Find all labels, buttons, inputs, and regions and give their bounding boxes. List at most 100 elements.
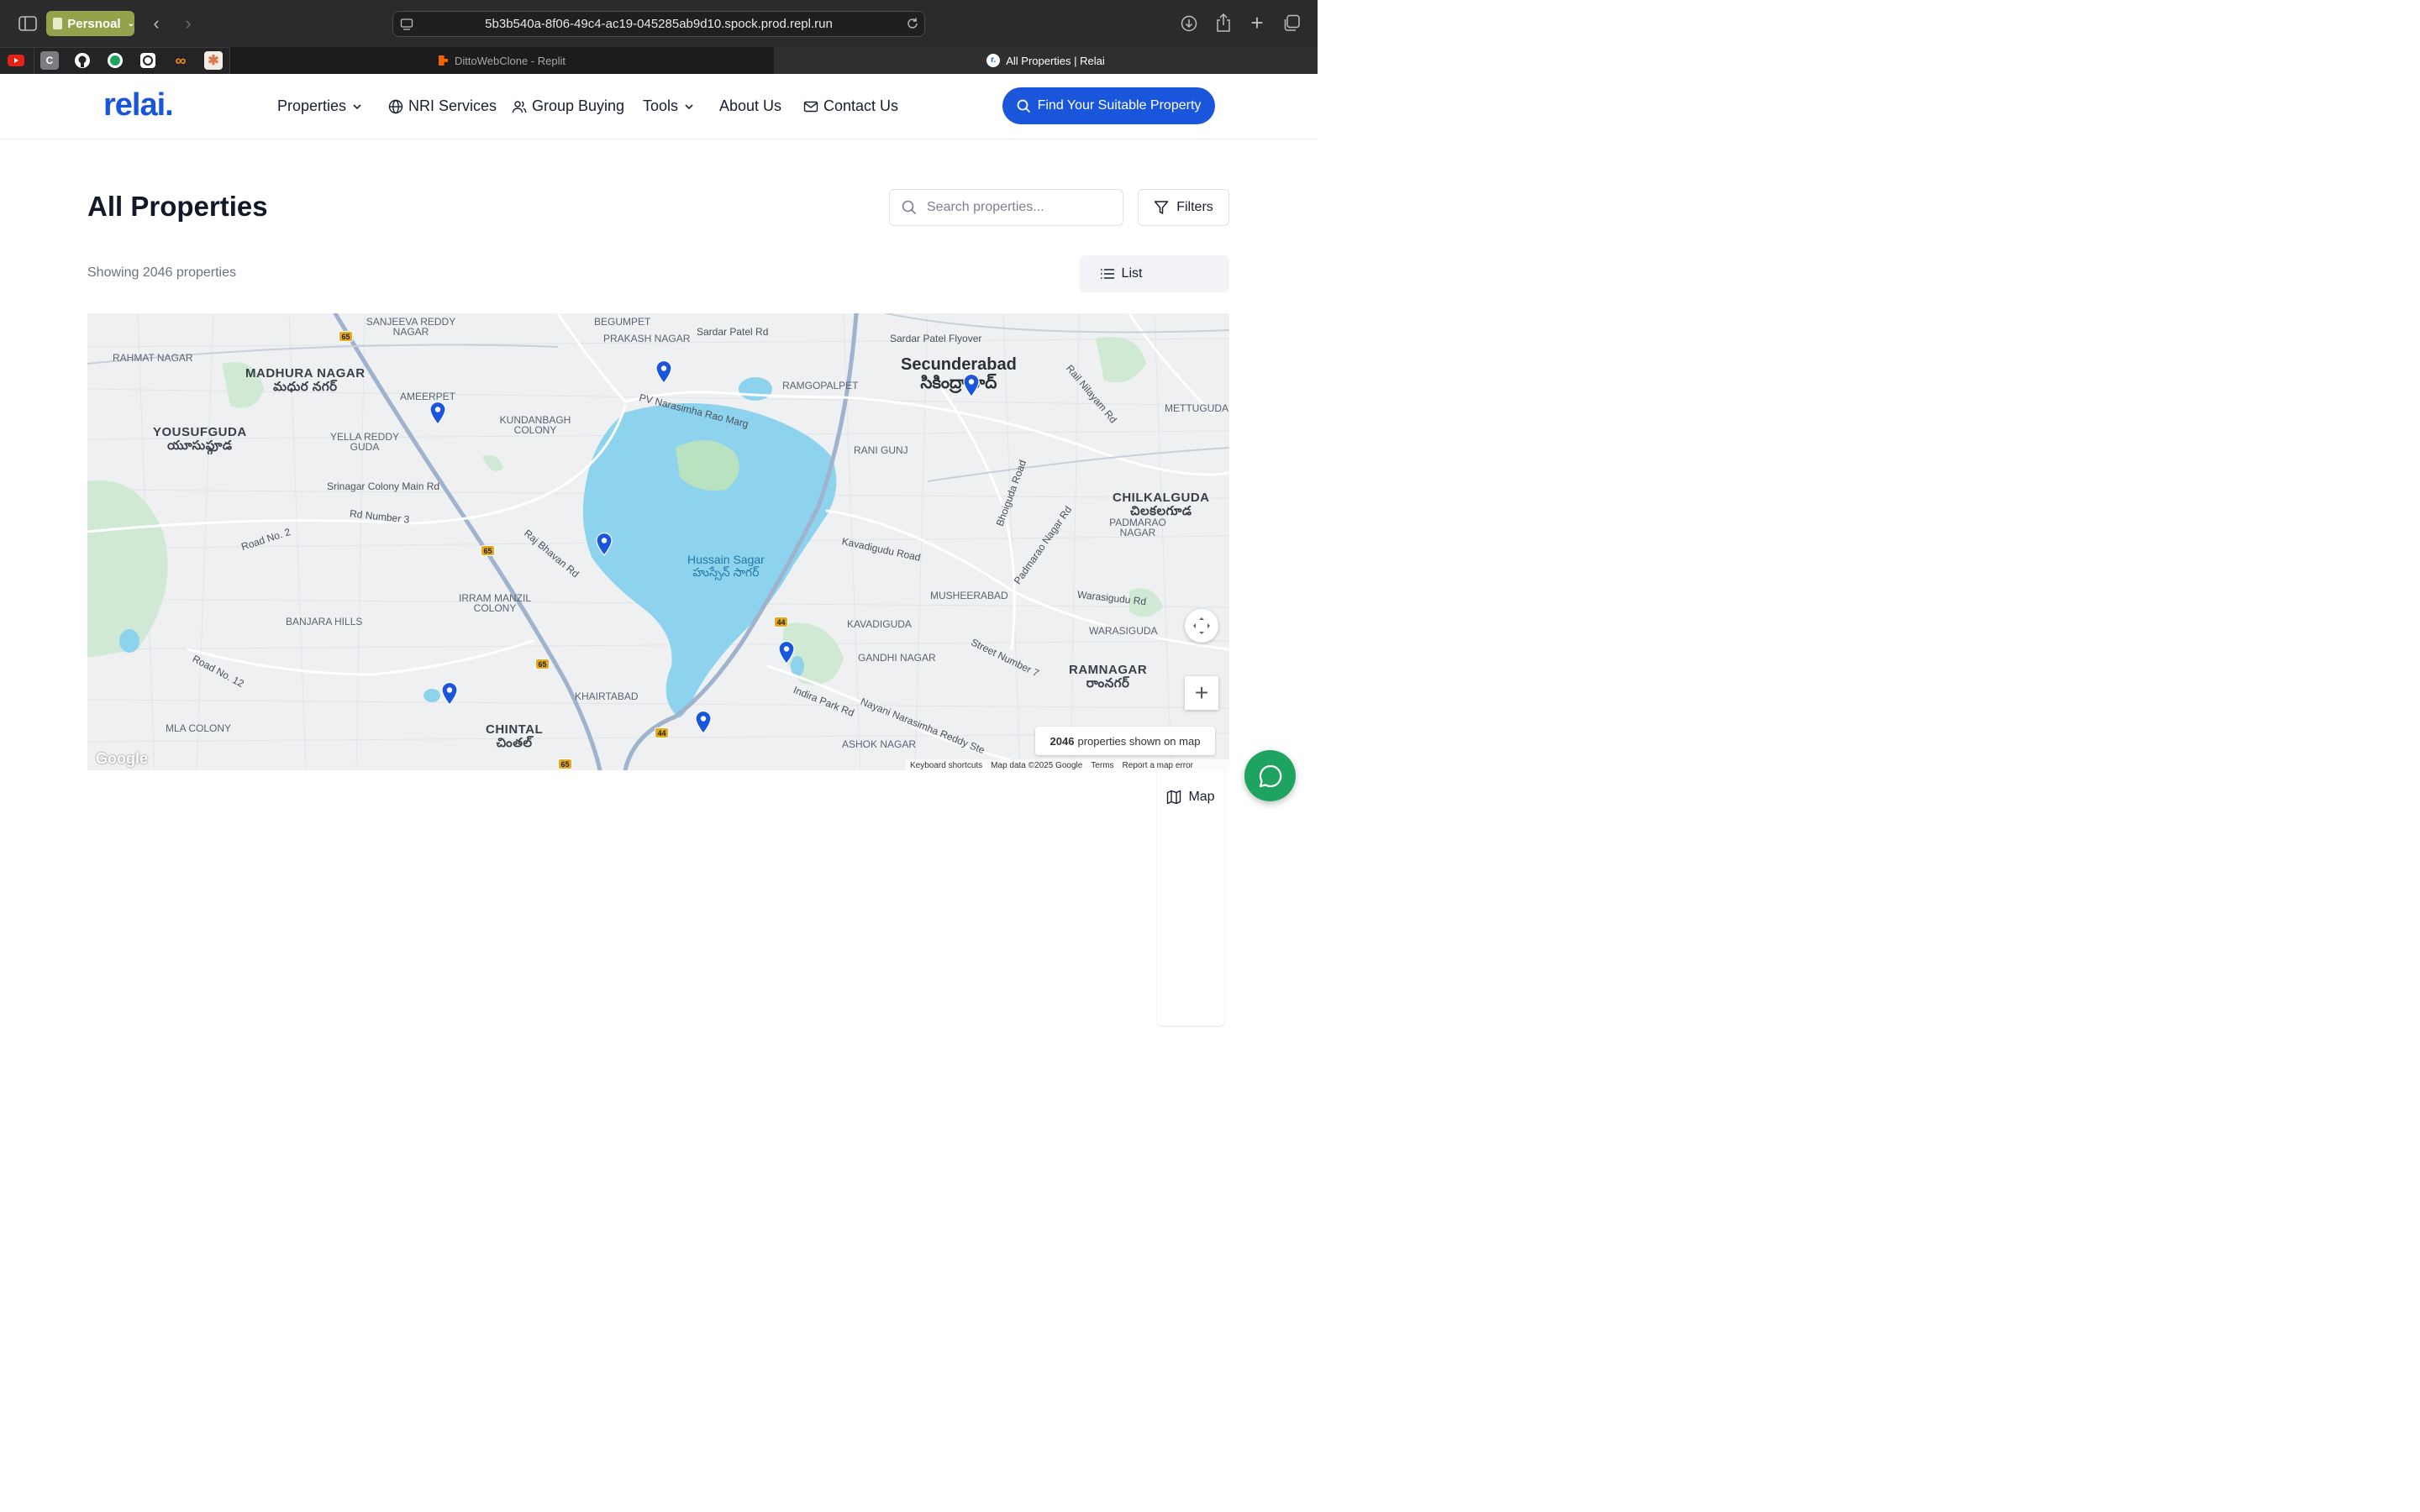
profile-icon (53, 18, 63, 29)
relai-favicon: r. (986, 54, 1001, 67)
map-attribution: Keyboard shortcuts Map data ©2025 Google… (906, 759, 1229, 770)
list-view-button[interactable]: List (1085, 260, 1157, 288)
reload-icon[interactable] (906, 17, 919, 34)
map-count-suffix: properties shown on map (1077, 734, 1201, 748)
nav-label: Tools (643, 97, 679, 114)
mail-icon (803, 101, 818, 112)
whatsapp-icon[interactable] (106, 51, 124, 70)
share-icon[interactable] (1216, 13, 1231, 32)
youtube-icon[interactable] (7, 51, 25, 70)
property-pin-icon[interactable] (695, 711, 712, 734)
tab-overview-icon[interactable] (1282, 14, 1301, 33)
area-label: IRRAM MANZIL COLONY (458, 592, 531, 614)
search-icon (902, 200, 917, 215)
chevron-down-icon (353, 103, 361, 109)
area-label: BEGUMPET (594, 316, 651, 328)
area-label: GANDHI NAGAR (858, 652, 936, 664)
globe-icon (388, 99, 403, 113)
sidebar-toggle-icon[interactable] (18, 15, 38, 32)
list-label: List (1121, 266, 1143, 281)
highway-shield: 65 (339, 331, 353, 342)
map-label: Map (1188, 790, 1215, 804)
results-count: Showing 2046 properties (87, 265, 237, 280)
highway-shield: 65 (535, 659, 550, 669)
area-label: RAHMAT NAGAR (113, 352, 193, 364)
zoom-in-button[interactable]: + (1185, 676, 1218, 710)
highway-shield: 65 (481, 545, 495, 556)
area-label: METTUGUDA (1165, 402, 1228, 414)
area-label-major: CHILKALGUDA చిలకలగూడ (1113, 491, 1210, 518)
lake-label: Hussain Sagar హుస్సేన్ సాగర్ (687, 553, 765, 579)
profile-label: Persnoal (67, 16, 121, 31)
github-icon[interactable] (73, 51, 92, 70)
cta-label: Find Your Suitable Property (1037, 98, 1202, 113)
fullscreen-button[interactable] (1185, 609, 1218, 643)
chat-button[interactable] (1244, 750, 1296, 801)
nav-about-us[interactable]: About Us (719, 97, 781, 115)
property-pin-icon[interactable] (778, 641, 795, 664)
nav-tools[interactable]: Tools (643, 97, 695, 115)
users-icon (512, 100, 527, 113)
page-settings-icon[interactable] (400, 18, 413, 34)
nav-nri-services[interactable]: NRI Services (388, 97, 497, 115)
area-label: SANJEEVA REDDY NAGAR (366, 316, 456, 338)
keyboard-shortcuts-link[interactable]: Keyboard shortcuts (910, 761, 982, 770)
chatgpt-icon[interactable] (139, 51, 157, 70)
highway-shield: 44 (655, 727, 669, 738)
filter-icon (1154, 201, 1169, 214)
area-label: RANI GUNJ (854, 444, 908, 456)
downloads-icon[interactable] (1181, 15, 1197, 32)
property-pin-icon[interactable] (441, 682, 458, 706)
address-bar[interactable]: 5b3b540a-8f06-49c4-ac19-045285ab9d10.spo… (392, 11, 925, 37)
back-icon[interactable]: ‹ (148, 13, 165, 34)
property-pin-icon[interactable] (963, 374, 980, 397)
nav-label: Properties (277, 97, 347, 114)
url-text: 5b3b540a-8f06-49c4-ac19-045285ab9d10.spo… (485, 17, 833, 31)
property-pin-icon[interactable] (596, 533, 613, 556)
forward-icon[interactable]: › (180, 13, 197, 34)
nav-label: NRI Services (408, 97, 497, 114)
filters-label: Filters (1176, 200, 1213, 214)
tab-relai[interactable]: r. All Properties | Relai (774, 47, 1318, 74)
nav-label: About Us (719, 97, 782, 114)
profile-button[interactable]: Persnoal ⌄ (46, 11, 134, 36)
list-icon (1100, 269, 1114, 279)
road-label: Sardar Patel Rd (697, 326, 769, 338)
c-app-icon[interactable]: C (40, 51, 59, 70)
terms-link[interactable]: Terms (1091, 761, 1113, 770)
view-toggle: List Map (1080, 255, 1229, 1026)
tab-replit[interactable]: DittoWebClone - Replit (230, 47, 774, 74)
property-pin-icon[interactable] (429, 402, 446, 425)
area-label: ASHOK NAGAR (842, 738, 917, 750)
chevron-down-icon (685, 103, 693, 109)
infinity-icon[interactable]: ∞ (171, 51, 190, 70)
chat-bubble-icon (1259, 764, 1281, 787)
filters-button[interactable]: Filters (1138, 189, 1229, 226)
tab-title: All Properties | Relai (1006, 54, 1105, 67)
area-label-major: CHINTAL చింతల్ (486, 722, 544, 750)
fullscreen-icon (1193, 617, 1210, 634)
area-label-major: Secunderabad సికింద్రాబాద్ (901, 355, 1017, 392)
nav-group-buying[interactable]: Group Buying (512, 97, 624, 115)
area-label: MUSHEERABAD (930, 590, 1008, 601)
nav-label: Contact Us (823, 97, 899, 114)
map-data-text: Map data ©2025 Google (991, 760, 1083, 770)
property-pin-icon[interactable] (655, 360, 672, 384)
report-error-link[interactable]: Report a map error (1123, 761, 1193, 770)
nav-properties[interactable]: Properties (277, 97, 363, 115)
search-input[interactable] (927, 200, 1103, 215)
area-label: AMEERPET (400, 391, 456, 402)
site-logo[interactable]: relai. (103, 87, 174, 123)
claude-icon[interactable]: ✱ (204, 51, 223, 70)
tab-title: DittoWebClone - Replit (455, 54, 566, 67)
nav-contact-us[interactable]: Contact Us (803, 97, 898, 115)
road-label: Sardar Patel Flyover (890, 333, 982, 344)
find-property-button[interactable]: Find Your Suitable Property (1002, 87, 1215, 124)
property-map[interactable]: RAHMAT NAGAR SANJEEVA REDDY NAGAR BEGUMP… (87, 313, 1229, 770)
plus-icon: + (1194, 680, 1209, 706)
area-label: YELLA REDDY GUDA (329, 431, 400, 453)
area-label: PRAKASH NAGAR (603, 333, 691, 344)
browser-toolbar: Persnoal ⌄ ‹ › 5b3b540a-8f06-49c4-ac19-0… (0, 0, 1318, 47)
road-label: Srinagar Colony Main Rd (327, 480, 440, 492)
new-tab-icon[interactable]: + (1249, 10, 1265, 35)
